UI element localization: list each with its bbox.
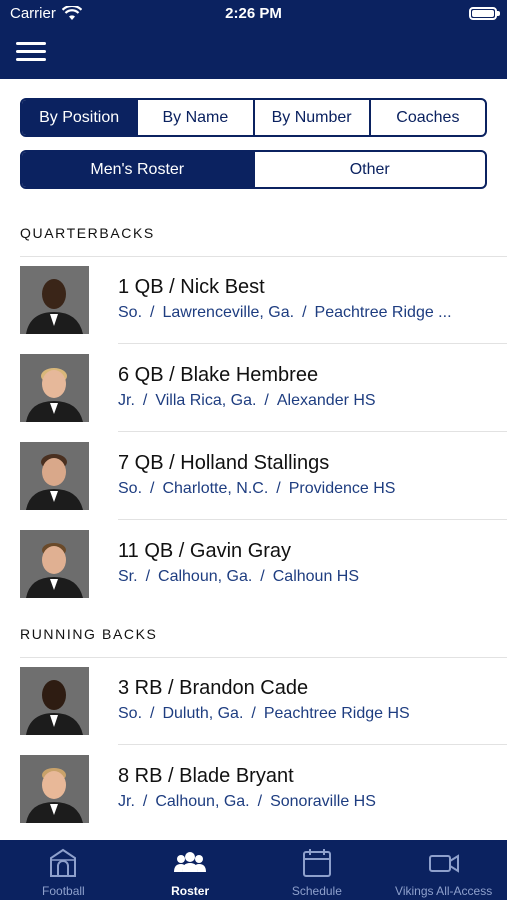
- player-photo: [20, 755, 89, 823]
- status-bar: Carrier 2:26 PM: [0, 0, 507, 30]
- view-by-position-button[interactable]: By Position: [22, 100, 139, 135]
- meta-separator: /: [260, 568, 265, 585]
- view-by-number-button[interactable]: By Number: [255, 100, 371, 135]
- view-toggle: By Position By Name By Number Coaches: [20, 98, 487, 137]
- meta-separator: /: [302, 304, 307, 321]
- player-row[interactable]: 1 QB / Nick Best So. / Lawrenceville, Ga. /…: [0, 256, 507, 344]
- player-meta: So. / Lawrenceville, Ga. / Peachtree Ridge .…: [118, 304, 488, 322]
- tab-bar: Football Roster Schedule Vikings All-Acc…: [0, 840, 507, 900]
- meta-separator: /: [264, 392, 269, 409]
- player-year: So.: [118, 705, 143, 722]
- player-name: 3 RB / Brandon Cade: [118, 677, 309, 699]
- player-meta: Jr. / Calhoun, Ga. / Sonoraville HS: [118, 793, 488, 811]
- view-by-name-button[interactable]: By Name: [138, 100, 255, 135]
- player-row[interactable]: 11 QB / Gavin Gray Sr. / Calhoun, Ga. / Calh…: [0, 520, 507, 608]
- player-meta: Sr. / Calhoun, Ga. / Calhoun HS: [118, 568, 488, 586]
- player-year: Jr.: [118, 392, 135, 409]
- meta-separator: /: [150, 304, 155, 321]
- stadium-icon: [50, 848, 77, 877]
- video-camera-icon: [428, 854, 459, 873]
- player-name: 8 RB / Blade Bryant: [118, 765, 294, 787]
- tab-label: Vikings All-Access: [395, 884, 493, 898]
- battery-icon: [469, 7, 500, 20]
- player-row[interactable]: 8 RB / Blade Bryant Jr. / Calhoun, Ga. / Son…: [0, 745, 507, 833]
- mens-roster-button[interactable]: Men's Roster: [22, 152, 255, 187]
- roster-toggle: Men's Roster Other: [20, 150, 487, 189]
- player-name: 1 QB / Nick Best: [118, 276, 265, 298]
- player-hometown: Calhoun, Ga.: [158, 568, 253, 585]
- meta-separator: /: [145, 568, 151, 585]
- player-row[interactable]: 6 QB / Blake Hembree Jr. / Villa Rica, Ga.…: [0, 344, 507, 432]
- player-row[interactable]: 3 RB / Brandon Cade So. / Duluth, Ga. / Peac…: [0, 657, 507, 745]
- clock: 2:26 PM: [225, 5, 282, 22]
- section-heading-running-backs: RUNNING BACKS: [20, 626, 158, 642]
- hamburger-menu-icon[interactable]: [16, 42, 46, 62]
- player-year: Sr.: [118, 568, 138, 585]
- player-meta: Jr. / Villa Rica, Ga. / Alexander HS: [118, 392, 488, 410]
- tab-label: Roster: [171, 884, 210, 898]
- player-hometown: Villa Rica, Ga.: [155, 392, 257, 409]
- player-photo: [20, 667, 89, 735]
- meta-separator: /: [251, 705, 256, 722]
- app-header: Carrier 2:26 PM: [0, 0, 507, 79]
- player-meta: So. / Charlotte, N.C. / Providence HS: [118, 480, 488, 498]
- player-school: Calhoun HS: [272, 568, 360, 585]
- player-photo: [20, 354, 89, 422]
- tab-roster[interactable]: Roster: [127, 840, 254, 900]
- player-photo: [20, 266, 89, 334]
- player-hometown: Charlotte, N.C.: [162, 480, 269, 497]
- player-school: Peachtree Ridge HS: [263, 705, 410, 722]
- tab-schedule[interactable]: Schedule: [254, 840, 381, 900]
- calendar-icon: [302, 849, 331, 877]
- player-year: Jr.: [118, 793, 135, 810]
- player-name: 6 QB / Blake Hembree: [118, 364, 319, 386]
- tab-football[interactable]: Football: [0, 840, 127, 900]
- player-photo: [20, 442, 89, 510]
- player-meta: So. / Duluth, Ga. / Peachtree Ridge HS: [118, 705, 488, 723]
- meta-separator: /: [276, 480, 281, 497]
- tab-label: Schedule: [291, 884, 342, 898]
- player-name: 11 QB / Gavin Gray: [118, 540, 292, 562]
- tab-vikings-all-access[interactable]: Vikings All-Access: [380, 840, 507, 900]
- player-photo: [20, 530, 89, 598]
- view-coaches-button[interactable]: Coaches: [371, 100, 485, 135]
- player-year: So.: [118, 480, 143, 497]
- meta-separator: /: [150, 480, 155, 497]
- player-row[interactable]: 7 QB / Holland Stallings So. / Charlotte, …: [0, 432, 507, 520]
- player-year: So.: [118, 304, 143, 321]
- player-hometown: Lawrenceville, Ga.: [162, 304, 295, 321]
- people-icon: [174, 852, 207, 872]
- player-name: 7 QB / Holland Stallings: [118, 452, 330, 474]
- player-hometown: Calhoun, Ga.: [155, 793, 250, 810]
- section-heading-quarterbacks: QUARTERBACKS: [20, 225, 155, 241]
- player-school: Alexander HS: [276, 392, 376, 409]
- other-roster-button[interactable]: Other: [255, 152, 486, 187]
- meta-separator: /: [257, 793, 263, 810]
- player-school: Providence HS: [288, 480, 396, 497]
- player-school: Peachtree Ridge ...: [314, 304, 452, 321]
- meta-separator: /: [142, 793, 148, 810]
- tab-label: Football: [42, 884, 85, 898]
- player-hometown: Duluth, Ga.: [162, 705, 244, 722]
- player-school: Sonoraville HS: [270, 793, 376, 810]
- meta-separator: /: [150, 705, 155, 722]
- meta-separator: /: [142, 392, 148, 409]
